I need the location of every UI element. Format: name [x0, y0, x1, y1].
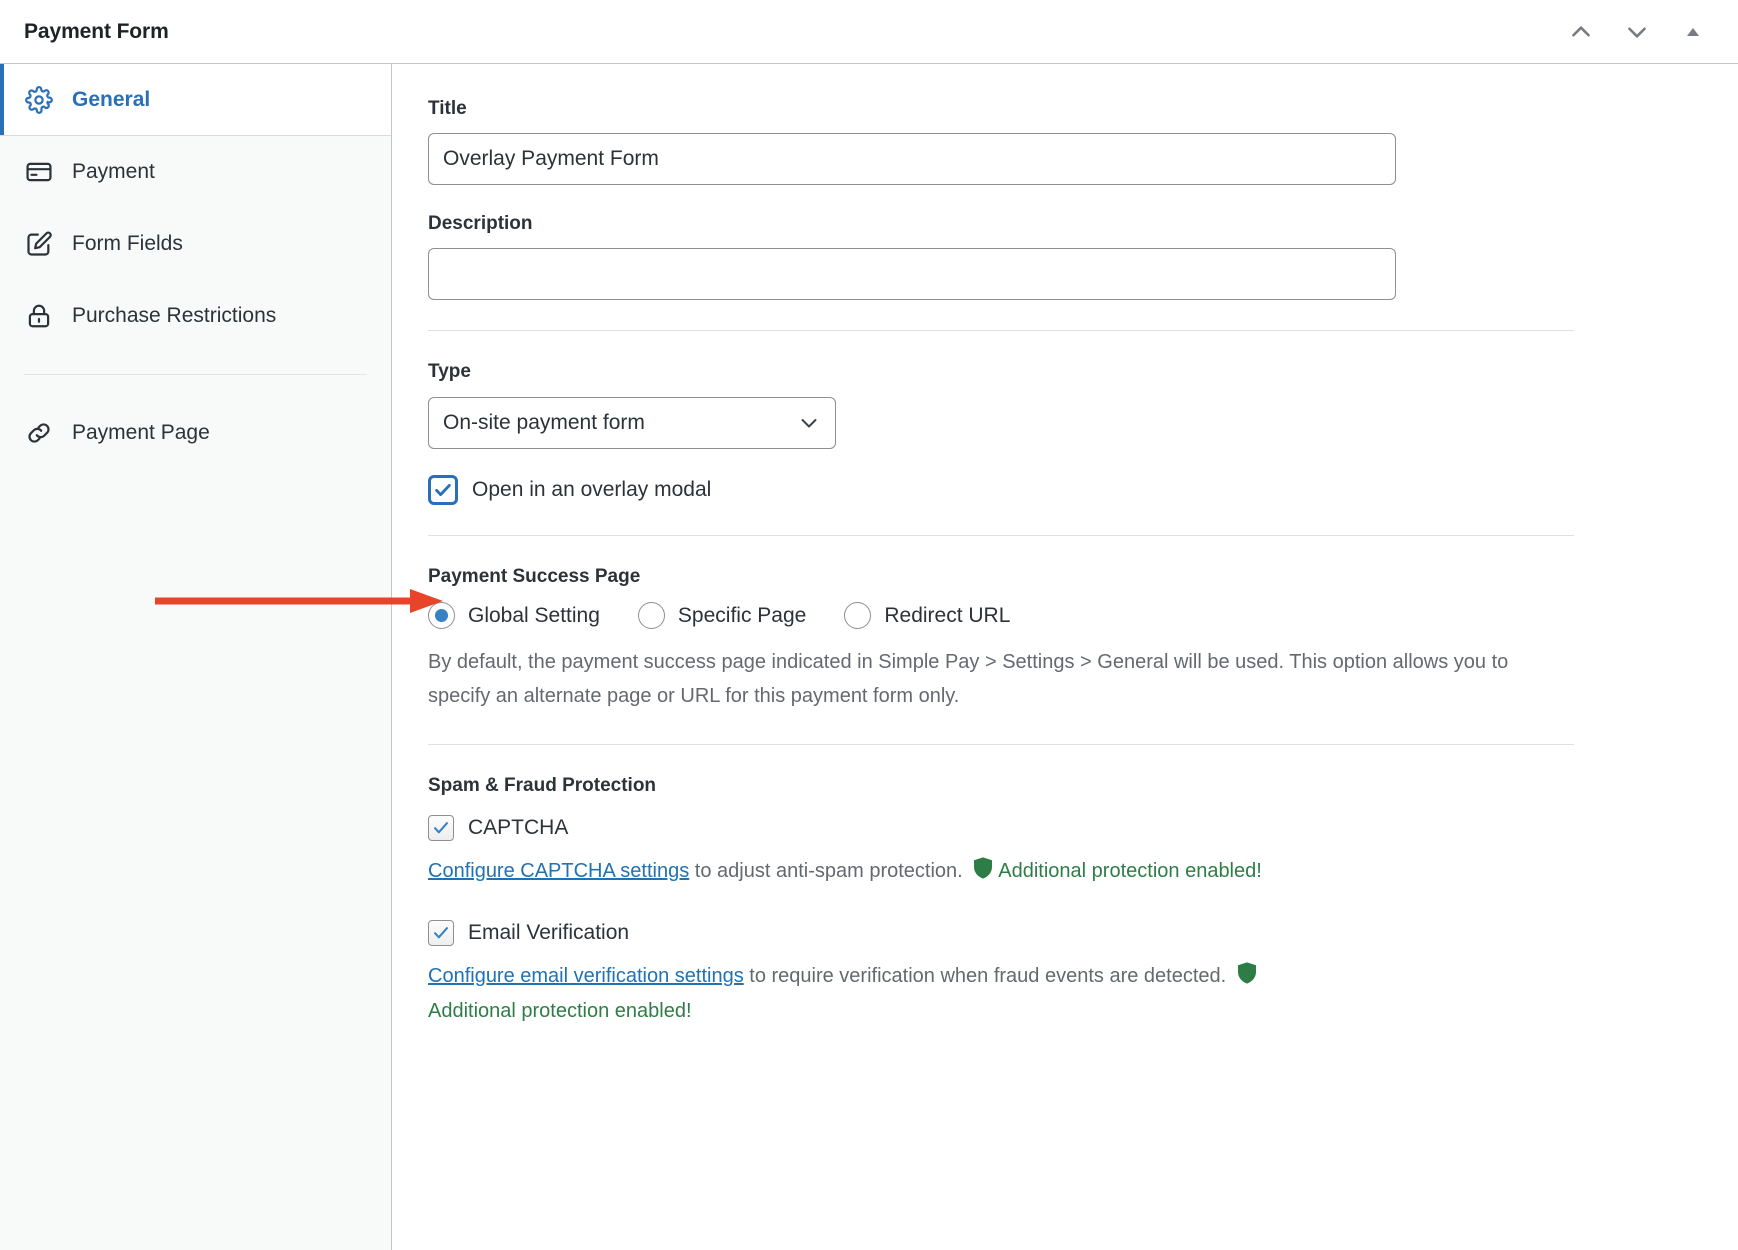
triangle-up-icon	[1683, 22, 1703, 42]
sidebar-item-form-fields[interactable]: Form Fields	[0, 208, 391, 280]
lock-icon	[24, 301, 54, 331]
sidebar-item-payment[interactable]: Payment	[0, 136, 391, 208]
radio-label: Redirect URL	[884, 604, 1010, 628]
email-verification-checkbox[interactable]	[428, 920, 454, 946]
chevron-down-icon	[797, 411, 821, 435]
sidebar-divider	[24, 374, 367, 375]
settings-sidebar: General Payment	[0, 64, 392, 1250]
description-input[interactable]	[428, 248, 1396, 300]
captcha-checkbox[interactable]	[428, 815, 454, 841]
payment-success-page-section: Payment Success Page Global Setting Spec…	[428, 536, 1698, 714]
radio-indicator	[844, 602, 871, 629]
move-up-button[interactable]	[1564, 15, 1598, 49]
move-down-button[interactable]	[1620, 15, 1654, 49]
panel-header: Payment Form	[0, 0, 1738, 64]
sidebar-item-label: Payment	[72, 160, 155, 184]
captcha-checkbox-label: CAPTCHA	[468, 816, 568, 840]
spam-fraud-protection-section: Spam & Fraud Protection CAPTCHA Configur…	[428, 745, 1698, 1027]
type-select-wrap: On-site payment form	[428, 397, 836, 449]
payment-success-page-label: Payment Success Page	[428, 566, 1698, 588]
captcha-status-text: Additional protection enabled!	[998, 860, 1262, 882]
panel-body: General Payment	[0, 64, 1738, 1250]
payment-success-page-radio-group: Global Setting Specific Page Redirect UR…	[428, 602, 1698, 629]
chevron-up-icon	[1568, 19, 1594, 45]
sidebar-item-payment-page[interactable]: Payment Page	[0, 397, 391, 469]
edit-square-icon	[24, 229, 54, 259]
radio-indicator	[638, 602, 665, 629]
radio-label: Global Setting	[468, 604, 600, 628]
sidebar-item-label: Purchase Restrictions	[72, 304, 276, 328]
title-input[interactable]	[428, 133, 1396, 185]
check-icon	[433, 480, 453, 500]
type-select-value: On-site payment form	[443, 411, 645, 435]
type-section: Type On-site payment form	[428, 331, 1698, 505]
captcha-checkbox-row: CAPTCHA	[428, 815, 1698, 841]
shield-icon	[1236, 961, 1258, 995]
configure-email-verification-settings-link[interactable]: Configure email verification settings	[428, 965, 744, 987]
radio-specific-page[interactable]: Specific Page	[638, 602, 806, 629]
radio-redirect-url[interactable]: Redirect URL	[844, 602, 1010, 629]
radio-indicator	[428, 602, 455, 629]
collapse-toggle-button[interactable]	[1676, 15, 1710, 49]
sidebar-item-label: Form Fields	[72, 232, 183, 256]
link-icon	[24, 418, 54, 448]
sidebar-item-label: General	[72, 88, 150, 112]
captcha-note-text: to adjust anti-spam protection.	[689, 860, 968, 882]
settings-content: Title Description Type On-site payment f…	[392, 64, 1738, 1250]
chevron-down-icon	[1624, 19, 1650, 45]
email-verification-note: Configure email verification settings to…	[428, 960, 1698, 1027]
type-label: Type	[428, 361, 1698, 383]
description-label: Description	[428, 213, 1698, 235]
credit-card-icon	[24, 157, 54, 187]
type-select[interactable]: On-site payment form	[428, 397, 836, 449]
spam-fraud-protection-label: Spam & Fraud Protection	[428, 775, 1698, 797]
description-field-group: Description	[428, 213, 1698, 300]
configure-captcha-settings-link[interactable]: Configure CAPTCHA settings	[428, 860, 689, 882]
radio-label: Specific Page	[678, 604, 806, 628]
sidebar-item-label: Payment Page	[72, 421, 210, 445]
overlay-modal-checkbox-row: Open in an overlay modal	[428, 475, 1698, 505]
radio-global-setting[interactable]: Global Setting	[428, 602, 600, 629]
page-title: Payment Form	[24, 20, 169, 44]
shield-icon	[972, 856, 994, 890]
panel-header-actions	[1564, 15, 1718, 49]
email-verification-checkbox-row: Email Verification	[428, 920, 1698, 946]
check-icon	[432, 819, 450, 837]
overlay-modal-checkbox-label: Open in an overlay modal	[472, 478, 711, 502]
email-verification-status-text: Additional protection enabled!	[428, 1000, 692, 1022]
payment-success-page-help: By default, the payment success page ind…	[428, 645, 1538, 714]
sidebar-item-purchase-restrictions[interactable]: Purchase Restrictions	[0, 280, 391, 352]
email-verification-note-text: to require verification when fraud event…	[744, 965, 1232, 987]
title-field-group: Title	[428, 98, 1698, 185]
overlay-modal-checkbox[interactable]	[428, 475, 458, 505]
captcha-note: Configure CAPTCHA settings to adjust ant…	[428, 855, 1698, 890]
title-label: Title	[428, 98, 1698, 120]
sidebar-item-general[interactable]: General	[0, 64, 391, 136]
check-icon	[432, 924, 450, 942]
gear-icon	[24, 85, 54, 115]
email-verification-checkbox-label: Email Verification	[468, 921, 629, 945]
